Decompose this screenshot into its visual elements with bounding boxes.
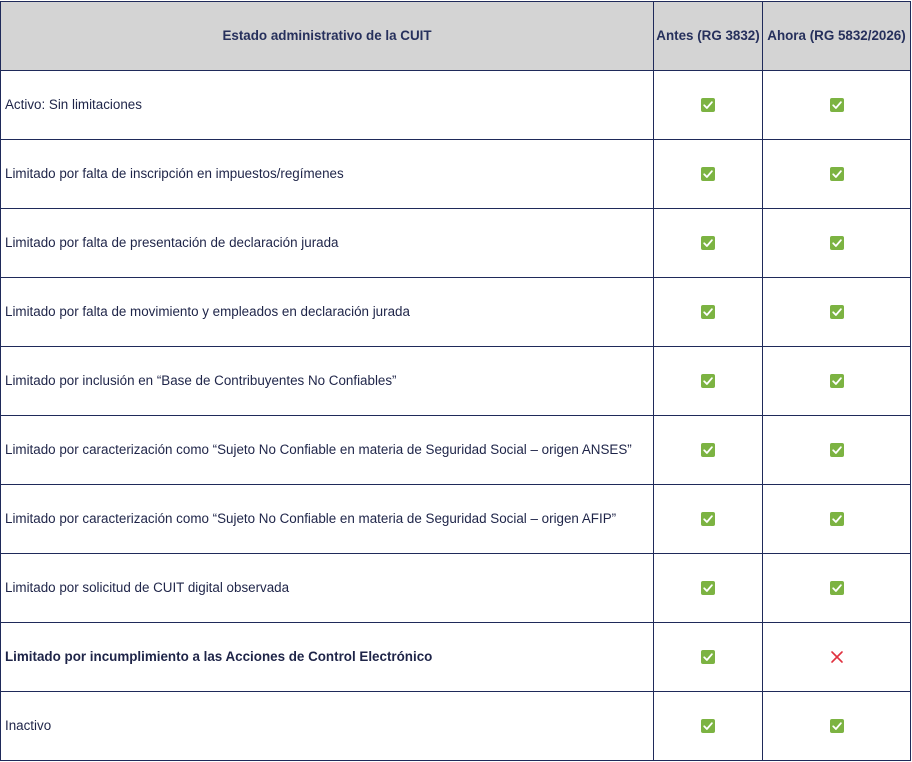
antes-cell	[653, 277, 763, 347]
antes-cell	[653, 208, 763, 278]
check-icon	[829, 167, 844, 182]
check-icon	[829, 443, 844, 458]
check-icon	[701, 167, 715, 182]
row-label: Limitado por caracterización como “Sujet…	[0, 484, 654, 554]
check-icon	[701, 512, 715, 527]
row-label: Inactivo	[0, 691, 654, 761]
row-label: Limitado por falta de presentación de de…	[0, 208, 654, 278]
ahora-cell	[762, 622, 911, 692]
check-icon	[701, 374, 715, 389]
row-label: Limitado por caracterización como “Sujet…	[0, 415, 654, 485]
table-row: Limitado por caracterización como “Sujet…	[0, 484, 911, 554]
check-icon	[701, 236, 715, 251]
antes-cell	[653, 415, 763, 485]
ahora-cell	[762, 346, 911, 416]
table-row: Inactivo	[0, 691, 911, 761]
check-icon	[701, 719, 715, 734]
row-label: Limitado por incumplimiento a las Accion…	[0, 622, 654, 692]
check-icon	[829, 98, 844, 113]
ahora-cell	[762, 208, 911, 278]
table-row: Limitado por inclusión en “Base de Contr…	[0, 346, 911, 416]
table-row: Limitado por falta de inscripción en imp…	[0, 139, 911, 209]
antes-cell	[653, 691, 763, 761]
header-antes: Antes (RG 3832)	[653, 1, 763, 71]
check-icon	[829, 305, 844, 320]
row-label: Activo: Sin limitaciones	[0, 70, 654, 140]
table-header: Estado administrativo de la CUIT Antes (…	[0, 1, 911, 71]
table-row: Limitado por solicitud de CUIT digital o…	[0, 553, 911, 623]
ahora-cell	[762, 691, 911, 761]
cuit-status-table: Estado administrativo de la CUIT Antes (…	[0, 1, 911, 761]
ahora-cell	[762, 139, 911, 209]
antes-cell	[653, 553, 763, 623]
check-icon	[701, 305, 715, 320]
antes-cell	[653, 70, 763, 140]
ahora-cell	[762, 277, 911, 347]
antes-cell	[653, 484, 763, 554]
check-icon	[829, 374, 844, 389]
table-row: Activo: Sin limitaciones	[0, 70, 911, 140]
table-body: Activo: Sin limitaciones Limitado por fal…	[0, 70, 911, 761]
check-icon	[701, 443, 715, 458]
ahora-cell	[762, 415, 911, 485]
check-icon	[829, 581, 844, 596]
table-row: Limitado por falta de presentación de de…	[0, 208, 911, 278]
cross-icon	[830, 650, 844, 664]
check-icon	[829, 512, 844, 527]
antes-cell	[653, 622, 763, 692]
table-row: Limitado por incumplimiento a las Accion…	[0, 622, 911, 692]
ahora-cell	[762, 553, 911, 623]
row-label: Limitado por inclusión en “Base de Contr…	[0, 346, 654, 416]
row-label: Limitado por falta de inscripción en imp…	[0, 139, 654, 209]
ahora-cell	[762, 484, 911, 554]
table-row: Limitado por caracterización como “Sujet…	[0, 415, 911, 485]
check-icon	[829, 236, 844, 251]
antes-cell	[653, 346, 763, 416]
header-estado: Estado administrativo de la CUIT	[0, 1, 654, 71]
header-row: Estado administrativo de la CUIT Antes (…	[0, 1, 911, 71]
table-row: Limitado por falta de movimiento y emple…	[0, 277, 911, 347]
check-icon	[829, 719, 844, 734]
row-label: Limitado por solicitud de CUIT digital o…	[0, 553, 654, 623]
antes-cell	[653, 139, 763, 209]
header-ahora: Ahora (RG 5832/2026)	[762, 1, 911, 71]
check-icon	[701, 650, 715, 665]
row-label: Limitado por falta de movimiento y emple…	[0, 277, 654, 347]
ahora-cell	[762, 70, 911, 140]
check-icon	[701, 98, 715, 113]
check-icon	[701, 581, 715, 596]
